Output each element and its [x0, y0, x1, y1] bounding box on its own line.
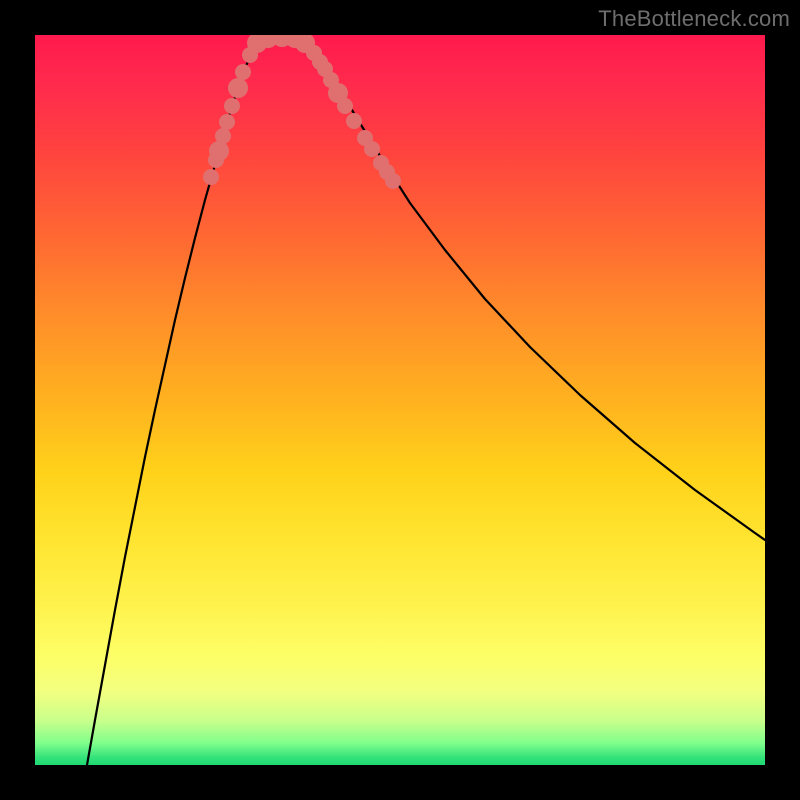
curve-marker — [209, 141, 229, 161]
curve-marker — [224, 98, 240, 114]
watermark-text: TheBottleneck.com — [598, 6, 790, 32]
bottleneck-curve — [87, 36, 765, 765]
curve-marker — [337, 98, 353, 114]
curve-layer — [35, 35, 765, 765]
curve-marker — [228, 78, 248, 98]
curve-markers — [203, 35, 401, 189]
chart-frame: TheBottleneck.com — [0, 0, 800, 800]
curve-marker — [219, 114, 235, 130]
curve-marker — [215, 128, 231, 144]
curve-marker — [385, 173, 401, 189]
curve-marker — [364, 141, 380, 157]
bottleneck-curve-path — [87, 36, 765, 765]
curve-marker — [346, 113, 362, 129]
curve-marker — [203, 169, 219, 185]
plot-area — [35, 35, 765, 765]
curve-marker — [235, 64, 251, 80]
